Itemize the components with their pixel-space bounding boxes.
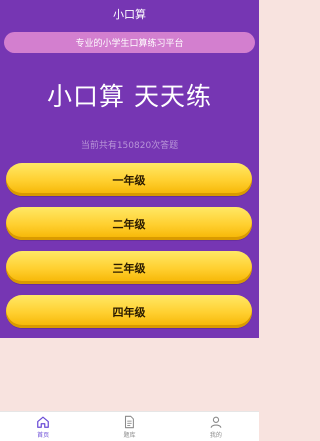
headline: 小口算 天天练 — [47, 82, 212, 111]
grade-3-label: 三年级 — [112, 261, 146, 275]
tab-question-bank[interactable]: 题库 — [86, 412, 172, 441]
grade-3-button[interactable]: 三年级 — [6, 251, 252, 284]
home-icon — [37, 416, 50, 428]
tab-profile[interactable]: 我的 — [173, 412, 259, 441]
title-bar: 小口算 — [0, 0, 259, 28]
grade-1-label: 一年级 — [112, 173, 146, 187]
tab-home[interactable]: 首页 — [0, 412, 86, 441]
grade-4-label: 四年级 — [112, 305, 146, 319]
tab-profile-label: 我的 — [209, 431, 222, 439]
tab-home-label: 首页 — [37, 431, 50, 439]
app-title: 小口算 — [113, 8, 146, 21]
grade-4-button[interactable]: 四年级 — [6, 295, 252, 328]
grade-2-button[interactable]: 二年级 — [6, 207, 252, 240]
grade-1-button[interactable]: 一年级 — [6, 163, 252, 196]
tab-question-bank-label: 题库 — [123, 431, 136, 439]
grade-2-label: 二年级 — [112, 217, 146, 231]
answer-count-text: 当前共有150820次答题 — [80, 141, 179, 151]
bottom-tab-bar: 首页 题库 我的 — [0, 411, 259, 441]
slogan-banner: 专业的小学生口算练习平台 — [4, 32, 255, 53]
user-icon — [210, 416, 222, 428]
document-icon — [125, 415, 135, 428]
slogan-text: 专业的小学生口算练习平台 — [75, 39, 184, 49]
